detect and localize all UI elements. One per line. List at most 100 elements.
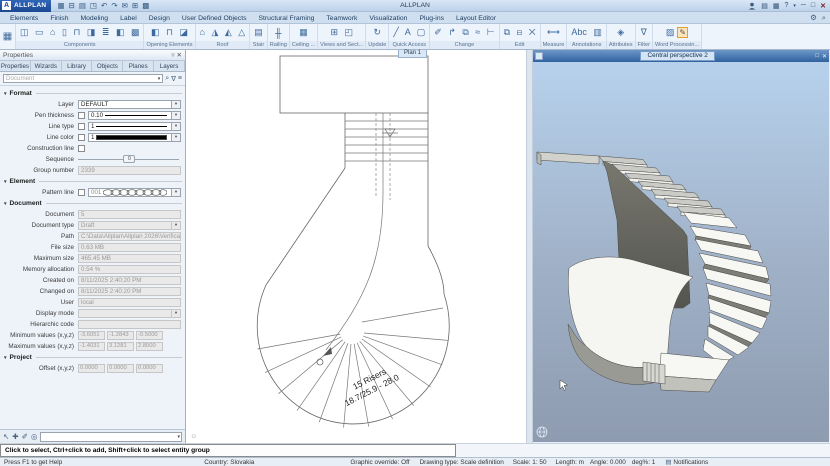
gear-icon[interactable]: ⚙	[810, 13, 817, 23]
ribbon-tab[interactable]: Finish	[44, 14, 74, 23]
ribbon-tab[interactable]: Plug-ins	[413, 14, 450, 23]
restore-button[interactable]: □	[811, 2, 815, 9]
palette-tab[interactable]: Library	[62, 61, 93, 71]
ribbon-group-icons[interactable]: ╫	[275, 28, 281, 38]
ribbon-tab[interactable]: Elements	[4, 14, 44, 23]
ribbon-group-icons[interactable]: ⌂ ◮ ◭ △	[200, 27, 246, 38]
grid-icon[interactable]: ▤	[761, 2, 768, 10]
ribbon-group-icons[interactable]: ⊞ ◰	[330, 27, 353, 38]
palette-tab[interactable]: Layers	[154, 61, 185, 71]
user-icon[interactable]	[748, 2, 756, 10]
pattern-select[interactable]: 001	[88, 187, 172, 197]
status-item[interactable]: Scale: 1: 50	[513, 459, 547, 466]
plan-drawing[interactable]: 15 Risers 18.7/25.9 - 28.0	[186, 50, 526, 442]
palette-tab[interactable]: Wizards	[31, 61, 62, 71]
help-icon[interactable]: ?	[785, 2, 789, 9]
pin-icon[interactable]: ▿	[171, 51, 174, 59]
search-icon[interactable]: ⌕	[822, 13, 826, 23]
ribbon-tab[interactable]: Structural Framing	[253, 14, 321, 23]
pen-checkbox[interactable]	[78, 111, 85, 119]
ribbon-group-icons[interactable]: ◫ ▭ ⌂ ▯ ⊓ ◨ ≣ ◧ ▩	[20, 27, 139, 38]
ribbon-group-icons[interactable]: Abc ▥	[571, 27, 602, 38]
section-element[interactable]: ▾ Element	[4, 178, 182, 185]
viewport-restore-icon[interactable]: □	[815, 53, 819, 59]
ribbon-tab[interactable]: Design	[143, 14, 176, 23]
ribbon-tab[interactable]: Modeling	[74, 14, 114, 23]
plan-tab[interactable]: Plan 1	[398, 50, 428, 58]
perspective-canvas[interactable]	[533, 62, 829, 443]
chevron-down-icon[interactable]: ▾	[172, 110, 181, 120]
section-format[interactable]: ▾ Format	[4, 90, 182, 97]
status-item[interactable]: %: 1	[643, 459, 656, 466]
linetype-select[interactable]: 1	[88, 121, 172, 131]
qat-icon[interactable]: ▩	[142, 1, 149, 10]
ribbon-tab[interactable]: User Defined Objects	[176, 14, 253, 23]
list-icon[interactable]: ≡	[178, 75, 182, 82]
ribbon-group-icons[interactable]: ↻	[374, 27, 382, 38]
palette-tab[interactable]: Properties	[0, 61, 31, 71]
pattern-checkbox[interactable]	[78, 188, 85, 196]
ribbon-tab[interactable]: Label	[114, 14, 143, 23]
viewport-menu-icon[interactable]	[535, 52, 543, 60]
minimize-button[interactable]: ─	[801, 2, 806, 9]
shop-icon[interactable]: ▦	[773, 2, 780, 10]
eyedropper-icon[interactable]: ✐	[22, 432, 28, 441]
plan-viewport[interactable]: Plan 1 ☼ 15 Risers 18.7/25.9 - 28.0	[186, 50, 527, 443]
ribbon-tab[interactable]: Layout Editor	[450, 14, 502, 23]
status-item[interactable]: Country: Slovakia	[204, 459, 254, 466]
highlighted-tool-icon[interactable]: ✎	[677, 27, 689, 38]
status-item[interactable]: deg	[632, 459, 643, 466]
qat-icon[interactable]: ✉	[122, 1, 128, 10]
close-button[interactable]: ✕	[820, 2, 826, 10]
ribbon-group-icons[interactable]: ╱ A ▢	[393, 27, 425, 38]
chevron-down-icon[interactable]: ▾	[172, 99, 181, 109]
help-caret-icon[interactable]: ▾	[793, 3, 796, 9]
ribbon-group-icons[interactable]: ✐ ↱ ⧉ ≈ ⊢	[434, 27, 494, 38]
ribbon-group-icons[interactable]: ▤	[254, 27, 263, 38]
brightness-icon[interactable]: ☼	[190, 431, 197, 440]
ribbon-group-icons[interactable]: ▦	[299, 27, 308, 38]
linetype-checkbox[interactable]	[78, 122, 85, 130]
ribbon-group-icons[interactable]: ▨	[666, 27, 675, 38]
linecolor-checkbox[interactable]	[78, 133, 85, 141]
section-project[interactable]: ▾ Project	[4, 354, 182, 361]
ribbon-tab[interactable]: Teamwork	[320, 14, 363, 23]
qat-icon[interactable]: ↶	[101, 1, 107, 10]
status-item[interactable]: Length: m	[556, 459, 584, 466]
status-item[interactable]: Angle: 0.000	[590, 459, 626, 466]
add-icon[interactable]: ✚	[12, 432, 18, 441]
ribbon-group-icons[interactable]: ⟷	[547, 27, 560, 38]
chevron-down-icon[interactable]: ▾	[172, 187, 181, 197]
pen-select[interactable]: 0.10	[88, 110, 172, 120]
match-cursor-icon[interactable]: ↖	[3, 432, 9, 441]
sequence-value[interactable]: 0	[123, 154, 136, 163]
linecolor-select[interactable]: 1	[88, 132, 172, 142]
notifications[interactable]: ▤ Notifications	[665, 458, 708, 466]
palette-close-icon[interactable]: ✕	[176, 51, 182, 59]
status-item[interactable]: Graphic override: Off	[350, 459, 409, 466]
construction-checkbox[interactable]	[78, 144, 85, 152]
sequence-slider[interactable]: 0	[78, 154, 179, 163]
palette-tab[interactable]: Objects	[92, 61, 124, 71]
stair-3d-render[interactable]	[533, 62, 829, 442]
ribbon-group-icons[interactable]: ⧉ ⊟ ✕	[504, 27, 536, 38]
chevron-down-icon[interactable]: ▾	[172, 121, 181, 131]
search-icon[interactable]: ⌕	[165, 75, 169, 83]
ribbon-group-icons[interactable]: ◈	[617, 27, 624, 38]
ribbon-group-icons[interactable]: ∇	[641, 27, 647, 38]
section-document[interactable]: ▾ Document	[4, 200, 182, 207]
qat-icon[interactable]: ⊞	[132, 1, 138, 10]
qat-icon[interactable]: ▦	[57, 1, 64, 10]
perspective-titlebar[interactable]: Central perspective 2 □ ✕	[533, 50, 829, 62]
status-item[interactable]: Drawing type: Scale definition	[420, 459, 504, 466]
qat-icon[interactable]: ◳	[90, 1, 97, 10]
palette-tab[interactable]: Planes	[123, 61, 155, 71]
viewport-close-icon[interactable]: ✕	[822, 53, 827, 60]
ribbon-group-icons[interactable]: ◧ ⊓ ◪	[151, 27, 188, 38]
target-icon[interactable]: ◎	[31, 432, 38, 441]
qat-icon[interactable]: ▤	[79, 1, 86, 10]
favorites-combobox[interactable]: ▾	[40, 431, 182, 442]
panel-launcher-icon[interactable]: ▦	[0, 24, 16, 49]
qat-icon[interactable]: ⊟	[69, 1, 75, 10]
ribbon-tab[interactable]: Visualization	[363, 14, 413, 23]
